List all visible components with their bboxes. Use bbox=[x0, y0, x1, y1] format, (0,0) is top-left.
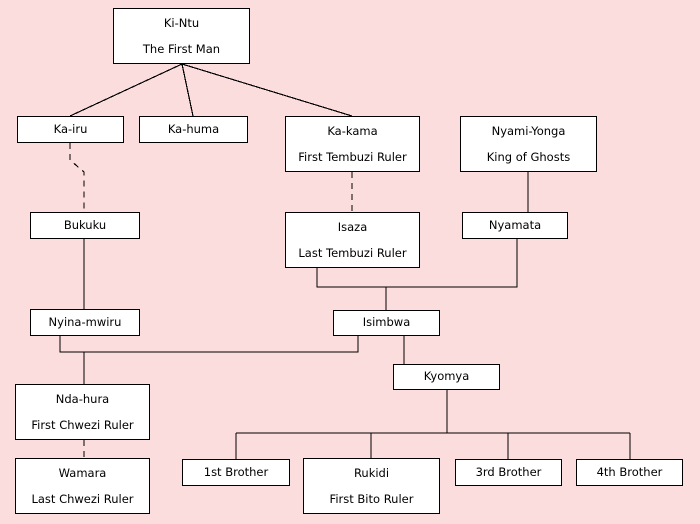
node-nda-hura[interactable]: Nda-hura First Chwezi Ruler bbox=[15, 384, 150, 440]
node-ka-kama[interactable]: Ka-kama First Tembuzi Ruler bbox=[285, 116, 420, 172]
node-brother-3[interactable]: 3rd Brother bbox=[455, 459, 562, 486]
edge-kintu-kakama bbox=[181, 63, 353, 117]
node-ki-ntu[interactable]: Ki-Ntu The First Man bbox=[113, 8, 250, 64]
node-kyomya[interactable]: Kyomya bbox=[393, 364, 500, 390]
node-kyomya-name: Kyomya bbox=[423, 369, 470, 384]
node-wamara[interactable]: Wamara Last Chwezi Ruler bbox=[15, 458, 150, 514]
node-ka-iru[interactable]: Ka-iru bbox=[17, 116, 124, 143]
node-nyina-mwiru[interactable]: Nyina-mwiru bbox=[30, 309, 140, 336]
genealogy-diagram: Ki-Ntu The First Man Ka-iru Ka-huma Ka-k… bbox=[0, 0, 700, 524]
node-nyamata[interactable]: Nyamata bbox=[462, 212, 568, 239]
node-isimbwa[interactable]: Isimbwa bbox=[333, 310, 440, 336]
node-brother-4[interactable]: 4th Brother bbox=[576, 459, 683, 486]
node-ki-ntu-title: The First Man bbox=[142, 42, 221, 56]
node-nyami-yonga-title: King of Ghosts bbox=[486, 150, 571, 164]
node-brother-3-name: 3rd Brother bbox=[475, 464, 542, 479]
node-ka-huma[interactable]: Ka-huma bbox=[139, 116, 248, 143]
node-isimbwa-name: Isimbwa bbox=[362, 315, 411, 330]
node-nyamata-name: Nyamata bbox=[488, 217, 542, 232]
node-rukidi[interactable]: Rukidi First Bito Ruler bbox=[303, 458, 440, 514]
edge-union-nyinamwiru-isimbwa bbox=[59, 336, 359, 353]
node-wamara-title: Last Chwezi Ruler bbox=[31, 492, 134, 506]
node-ka-kama-title: First Tembuzi Ruler bbox=[298, 150, 407, 164]
node-rukidi-title: First Bito Ruler bbox=[329, 492, 414, 506]
node-brother-1[interactable]: 1st Brother bbox=[182, 459, 290, 486]
node-nda-hura-title: First Chwezi Ruler bbox=[31, 418, 134, 432]
node-bukuku-name: Bukuku bbox=[63, 217, 107, 232]
node-ka-huma-name: Ka-huma bbox=[167, 121, 220, 136]
node-ki-ntu-name: Ki-Ntu bbox=[163, 15, 200, 30]
node-isaza-title: Last Tembuzi Ruler bbox=[298, 246, 407, 260]
node-brother-1-name: 1st Brother bbox=[203, 464, 269, 479]
node-nda-hura-name: Nda-hura bbox=[55, 391, 110, 406]
node-ka-iru-name: Ka-iru bbox=[53, 121, 88, 136]
node-wamara-name: Wamara bbox=[58, 465, 107, 480]
edge-kintu-kahuma bbox=[181, 63, 194, 117]
node-brother-4-name: 4th Brother bbox=[596, 464, 663, 479]
node-nyina-mwiru-name: Nyina-mwiru bbox=[48, 314, 122, 329]
node-isaza[interactable]: Isaza Last Tembuzi Ruler bbox=[285, 212, 420, 268]
node-ka-kama-name: Ka-kama bbox=[327, 123, 378, 138]
node-nyami-yonga-name: Nyami-Yonga bbox=[491, 123, 566, 138]
node-bukuku[interactable]: Bukuku bbox=[30, 212, 140, 239]
node-rukidi-name: Rukidi bbox=[353, 465, 390, 480]
edge-kintu-kairu bbox=[69, 63, 183, 117]
edge-kairu-bukuku bbox=[69, 143, 85, 212]
node-isaza-name: Isaza bbox=[337, 219, 368, 234]
node-nyami-yonga[interactable]: Nyami-Yonga King of Ghosts bbox=[460, 116, 597, 172]
